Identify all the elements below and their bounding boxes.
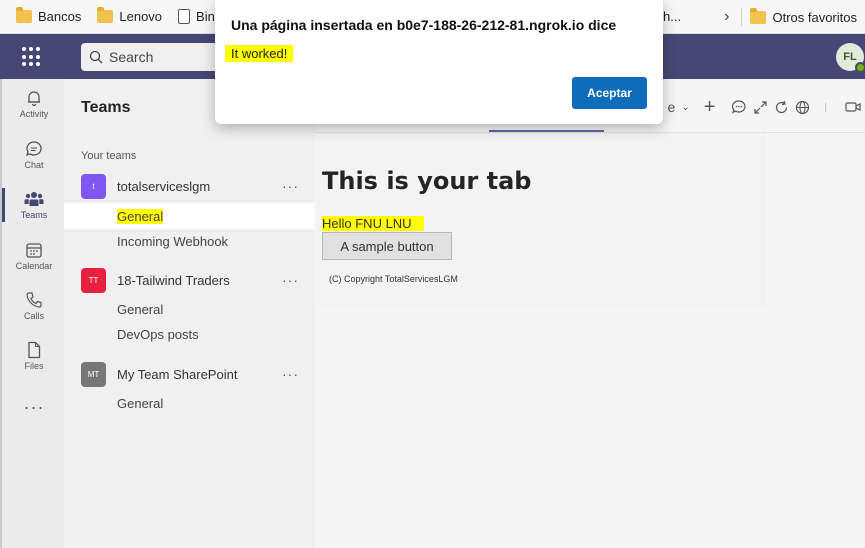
team-avatar: MT [81,361,106,387]
teams-panel: Teams Your teams t totalserviceslgm ··· … [64,79,315,548]
tab-heading: This is your tab [322,167,532,195]
team-item[interactable]: TT 18-Tailwind Traders ··· [64,265,315,295]
greeting-text: Hello FNU LNU [322,216,424,231]
main-content: e ⌄ + | This is your tab Hello FNU LNU A… [315,79,865,548]
rail-label: Calls [23,311,44,321]
tab-content: This is your tab Hello FNU LNU A sample … [315,133,765,306]
chevron-right-icon[interactable]: › [712,8,741,26]
bookmark-label: h... [663,9,682,24]
panel-title: Teams [81,99,131,116]
dialog-title: Una página insertada en b0e7-188-26-212-… [231,17,617,33]
tab-partial-label[interactable]: e [668,99,676,115]
active-tab-indicator [489,130,604,132]
bookmark-lenovo[interactable]: Lenovo [89,0,170,34]
rail-item-calendar[interactable]: Calendar [2,231,66,281]
channel-label: General [117,208,164,224]
team-item[interactable]: MT My Team SharePoint ··· [64,359,315,389]
accept-button[interactable]: Aceptar [572,77,647,109]
folder-icon [97,7,114,23]
user-avatar[interactable]: FL [836,43,865,73]
bookmark-bancos[interactable]: Bancos [8,0,89,34]
copyright-text: (C) Copyright TotalServicesLGM [329,274,458,284]
chat-icon [25,141,42,157]
rail-item-files[interactable]: Files [2,331,66,381]
divider [741,8,743,26]
more-options-icon[interactable]: ··· [282,366,299,382]
bookmark-label: Otros favoritos [772,9,857,25]
rail-label: Chat [24,160,44,170]
section-label: Your teams [81,150,137,162]
team-name: totalserviceslgm [117,178,211,194]
channel-label: DevOps posts [117,326,199,342]
folder-icon [750,7,767,24]
rail-label: Calendar [15,261,53,271]
channel-label: Incoming Webhook [117,233,229,249]
sample-button[interactable]: A sample button [322,232,452,260]
more-options-icon[interactable]: ··· [282,178,299,194]
channel-item[interactable]: General [64,203,315,229]
team-avatar: t [81,173,106,199]
file-icon [28,341,41,359]
alert-dialog: Una página insertada en b0e7-188-26-212-… [215,0,663,124]
rail-item-chat[interactable]: Chat [2,130,66,180]
video-call-icon[interactable] [845,100,861,114]
phone-icon [26,292,42,308]
dialog-message: It worked! [225,45,294,62]
rail-item-activity[interactable]: Activity [2,79,66,129]
channel-label: General [117,301,164,317]
folder-icon [16,7,32,23]
team-name: 18-Tailwind Traders [117,272,230,288]
avatar-initials: FL [843,51,857,63]
tab-toolbar: e ⌄ + | [668,96,865,119]
search-input[interactable]: Search [81,43,221,71]
search-icon [89,50,103,64]
team-name: My Team SharePoint [117,366,238,382]
chevron-down-icon[interactable]: ⌄ [681,102,689,113]
refresh-icon[interactable] [774,100,789,115]
app-rail: Activity Chat Teams Calendar Calls Files… [0,79,64,548]
team-item[interactable]: t totalserviceslgm ··· [64,171,315,201]
rail-label: Files [24,361,44,371]
more-apps-icon[interactable]: ··· [2,397,66,418]
app-launcher-icon[interactable] [22,47,42,67]
page-icon [178,9,191,24]
globe-icon[interactable] [795,100,810,115]
more-options-icon[interactable]: ··· [282,272,299,288]
rail-label: Activity [19,109,49,119]
channel-item[interactable]: General [64,390,315,416]
conversation-icon[interactable] [731,99,747,115]
presence-available-icon [855,62,865,73]
rail-item-calls[interactable]: Calls [2,281,66,331]
rail-item-teams[interactable]: Teams [2,180,66,230]
search-placeholder: Search [109,49,154,65]
bell-icon [28,91,40,107]
channel-item[interactable]: Incoming Webhook [64,228,315,254]
add-tab-icon[interactable]: + [704,96,716,119]
channel-item[interactable]: DevOps posts [64,321,315,347]
calendar-icon [26,243,42,258]
bookmark-label: Lenovo [119,9,163,24]
teams-icon [24,192,44,206]
expand-icon[interactable] [753,100,768,115]
rail-label: Teams [20,210,48,220]
bookmark-other-favorites[interactable]: Otros favoritos [750,0,865,34]
divider: | [824,101,827,113]
channel-label: General [117,395,164,411]
channel-item[interactable]: General [64,296,315,322]
bookmark-label: Bancos [38,9,82,24]
team-avatar: TT [81,267,106,293]
